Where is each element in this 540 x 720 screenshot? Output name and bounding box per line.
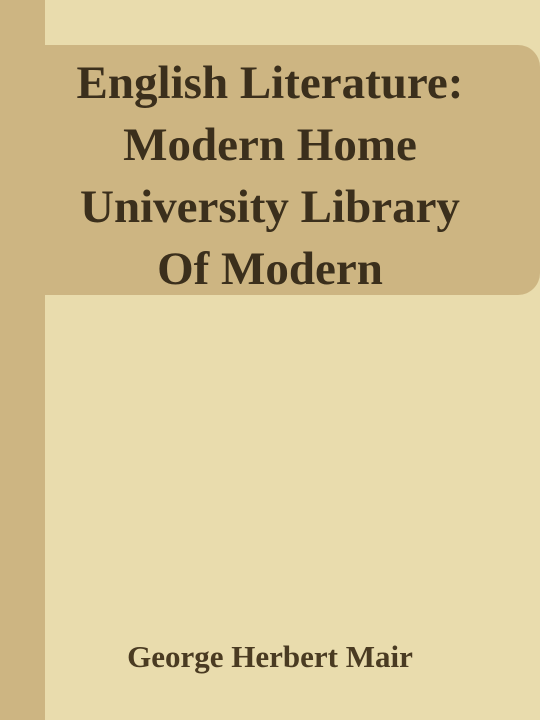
title-line-1: English Literature:	[76, 57, 464, 109]
title-line-2: Modern Home	[123, 119, 417, 171]
book-author: George Herbert Mair	[127, 639, 413, 674]
book-cover: English Literature: Modern Home Universi…	[0, 0, 540, 720]
book-title: English Literature: Modern Home Universi…	[0, 52, 540, 300]
title-line-4: Of Modern	[157, 243, 383, 295]
title-line-3: University Library	[80, 181, 460, 233]
